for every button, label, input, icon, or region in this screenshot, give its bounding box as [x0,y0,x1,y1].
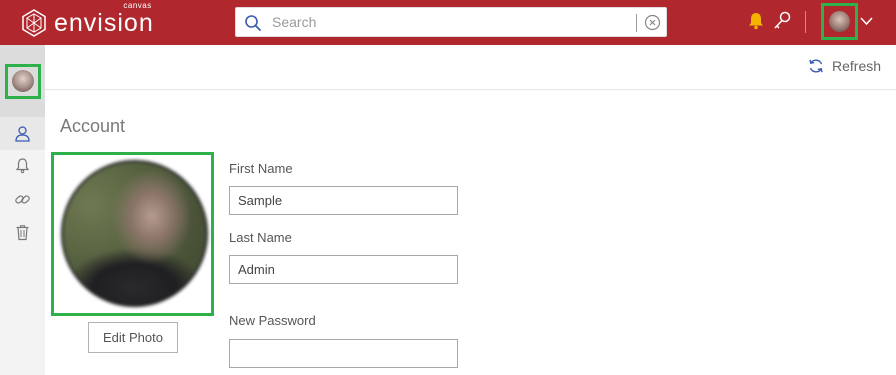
user-menu-avatar[interactable] [821,3,858,40]
logo-mark-icon [22,9,46,37]
profile-photo [61,160,208,307]
edit-photo-button[interactable]: Edit Photo [88,322,178,353]
left-sidebar [0,45,45,375]
trash-icon[interactable] [14,224,31,241]
topbar-divider [805,11,806,33]
chevron-down-icon[interactable] [860,16,873,26]
search-divider [636,14,637,32]
top-bar: envision canvas [0,0,896,45]
last-name-label: Last Name [229,230,292,245]
refresh-button[interactable]: Refresh [832,58,881,74]
notification-bell-icon[interactable] [748,12,764,30]
link-icon[interactable] [14,191,31,208]
new-password-label: New Password [229,313,316,328]
avatar [12,70,34,92]
page-title: Account [60,116,126,136]
sidebar-item-account[interactable] [0,117,45,150]
brand-name: envision [54,9,154,37]
last-name-field[interactable] [229,255,458,284]
brand-sub: canvas [123,1,152,10]
bell-icon[interactable] [14,157,31,174]
user-icon [15,126,30,142]
brand-logo[interactable]: envision canvas [20,1,154,38]
search-input[interactable] [272,10,632,34]
content-toolbar: Refresh [45,45,896,90]
profile-photo-frame [51,152,214,316]
key-icon[interactable] [773,11,791,31]
sidebar-avatar-cell [0,45,45,117]
first-name-label: First Name [229,161,293,176]
avatar [829,11,850,32]
sidebar-avatar[interactable] [5,64,41,99]
first-name-field[interactable] [229,186,458,215]
search-icon[interactable] [244,14,262,32]
search-box [235,7,667,37]
new-password-field[interactable] [229,339,458,368]
clear-search-icon[interactable] [644,14,661,31]
refresh-icon[interactable] [808,58,824,74]
